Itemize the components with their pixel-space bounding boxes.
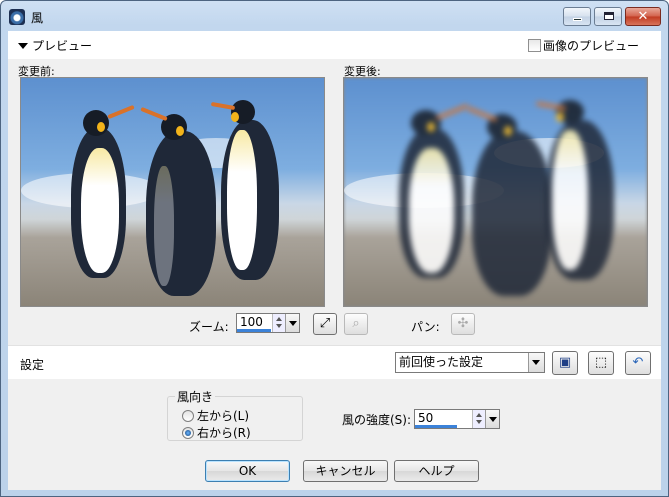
spin-down-icon xyxy=(276,324,282,328)
zoom-input[interactable]: 100 xyxy=(236,313,300,333)
maximize-icon xyxy=(604,12,614,20)
zoom-spinner[interactable] xyxy=(272,314,285,332)
preview-header: プレビュー 画像のプレビュー xyxy=(8,31,661,59)
move-icon: ✣ xyxy=(457,316,469,331)
reset-button[interactable]: ↶ xyxy=(625,351,651,375)
dialog-content: プレビュー 画像のプレビュー 変更前: 変更後: ズーム: 100 ⤢ ⌕ パン… xyxy=(8,31,661,490)
zoom-level-bar xyxy=(237,329,271,332)
preset-value: 前回使った設定 xyxy=(399,355,484,369)
preset-select[interactable]: 前回使った設定 xyxy=(395,352,545,373)
dialog-window: 風 ✕ プレビュー 画像のプレビュー 変更前: 変更後: ズーム: 100 ⤢ … xyxy=(0,0,669,497)
settings-label: 設定 xyxy=(20,358,45,372)
window-title: 風 xyxy=(31,11,44,25)
save-preset-button[interactable]: ▣ xyxy=(552,351,578,375)
cancel-button[interactable]: キャンセル xyxy=(303,460,388,482)
help-button[interactable]: ヘルプ xyxy=(394,460,479,482)
spin-down-icon xyxy=(476,420,482,424)
title-bar[interactable]: 風 ✕ xyxy=(1,1,668,31)
strength-input[interactable]: 50 xyxy=(414,409,500,429)
fit-icon: ⤢ xyxy=(319,316,331,331)
radio-right[interactable] xyxy=(182,427,194,439)
pan-label: パン: xyxy=(411,320,440,334)
spin-up-icon xyxy=(276,317,282,321)
close-icon: ✕ xyxy=(637,9,649,24)
settings-bar: 設定 前回使った設定 ▣ ⬚ ↶ xyxy=(8,345,661,379)
zoom-label: ズーム: xyxy=(189,320,229,334)
box-icon: ⬚ xyxy=(594,355,608,370)
spin-up-icon xyxy=(476,413,482,417)
zoom-value: 100 xyxy=(240,315,263,329)
strength-label: 風の強度(S): xyxy=(342,413,412,427)
image-preview-checkbox[interactable]: 画像のプレビュー xyxy=(528,37,639,54)
radio-from-right[interactable]: 右から(R) xyxy=(182,424,251,441)
radio-left-label: 左から(L) xyxy=(197,409,250,423)
reset-arrow-icon: ↶ xyxy=(632,355,644,370)
zoom-reset-button[interactable]: ⌕ xyxy=(344,313,368,335)
strength-value: 50 xyxy=(418,411,434,425)
strength-dropdown-button[interactable] xyxy=(485,410,499,428)
before-preview[interactable] xyxy=(20,77,325,307)
zoom-dropdown-button[interactable] xyxy=(285,314,299,332)
direction-group-label: 風向き xyxy=(175,388,216,405)
preset-manager-button[interactable]: ⬚ xyxy=(588,351,614,375)
close-button[interactable]: ✕ xyxy=(625,7,661,26)
preset-dropdown-button[interactable] xyxy=(528,353,544,372)
maximize-button[interactable] xyxy=(594,7,622,26)
after-preview[interactable] xyxy=(343,77,648,307)
radio-from-left[interactable]: 左から(L) xyxy=(182,407,249,424)
zoom-fit-button[interactable]: ⤢ xyxy=(313,313,337,335)
preview-toggle-label: プレビュー xyxy=(32,39,93,53)
ok-button[interactable]: OK xyxy=(205,460,290,482)
app-icon xyxy=(9,9,25,25)
minimize-icon xyxy=(573,18,582,21)
save-icon: ▣ xyxy=(558,355,572,370)
pan-button[interactable]: ✣ xyxy=(451,313,475,335)
preview-toggle[interactable]: プレビュー xyxy=(18,37,92,54)
radio-right-label: 右から(R) xyxy=(197,426,251,440)
magnifier-icon: ⌕ xyxy=(352,316,360,331)
strength-level-bar xyxy=(415,425,457,428)
checkbox-box[interactable] xyxy=(528,39,541,52)
collapse-arrow-icon xyxy=(18,43,28,49)
strength-spinner[interactable] xyxy=(472,410,485,428)
minimize-button[interactable] xyxy=(563,7,591,26)
image-preview-label: 画像のプレビュー xyxy=(543,39,640,53)
radio-left[interactable] xyxy=(182,410,194,422)
